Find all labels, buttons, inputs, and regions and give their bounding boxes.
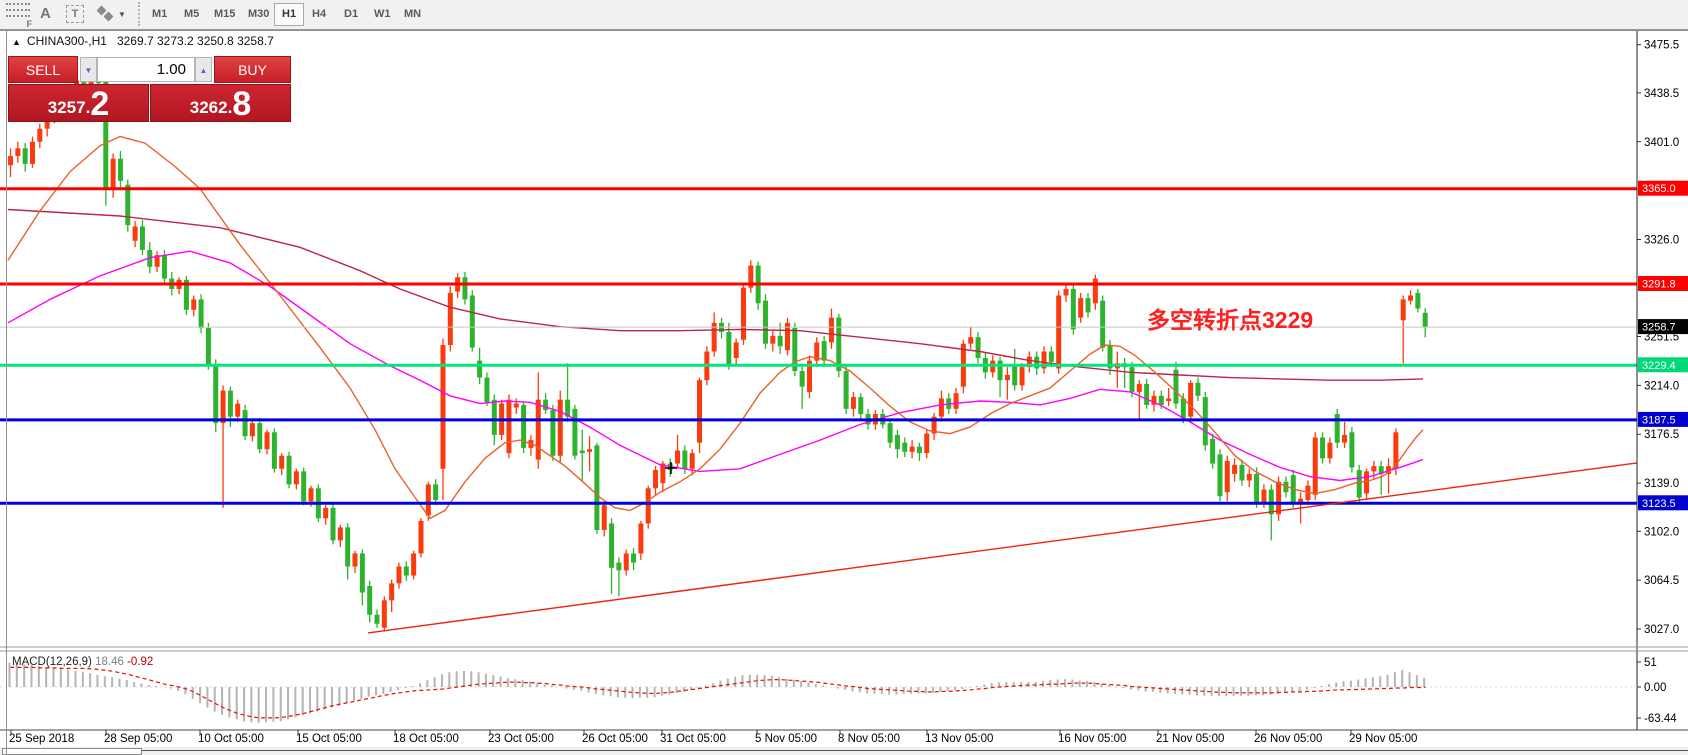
trading-platform-window: F A T ▼ M1 M5 M15 M30 H1 H4 D1 W1 MN ▲ CH… [0, 0, 1688, 755]
svg-text:25 Sep 2018: 25 Sep 2018 [9, 733, 74, 745]
svg-text:3229.4: 3229.4 [1642, 360, 1676, 372]
chart-cross-mark [665, 462, 677, 474]
scrollbar-thumb[interactable] [2, 748, 142, 755]
one-click-trading-panel: SELL ▼ ▲ BUY 3257.2 3262.8 [8, 56, 291, 122]
svg-text:23 Oct 05:00: 23 Oct 05:00 [488, 733, 554, 745]
chart-title: ▲ CHINA300-,H1 3269.7 3273.2 3250.8 3258.7 [12, 34, 274, 48]
chart-annotation-text: 多空转折点3229 [1147, 301, 1313, 335]
buy-price-display[interactable]: 3262.8 [150, 84, 291, 122]
svg-text:3365.0: 3365.0 [1642, 183, 1676, 195]
tab-timeframe-mn[interactable]: MN [396, 3, 429, 26]
tab-timeframe-m30[interactable]: M30 [240, 3, 277, 26]
text-label-tool-icon[interactable]: A [40, 3, 51, 27]
top-toolbar: F A T ▼ M1 M5 M15 M30 H1 H4 D1 W1 MN [0, 0, 1688, 30]
tab-timeframe-h4[interactable]: H4 [304, 3, 334, 26]
sell-price-main: 3257 [48, 98, 86, 118]
svg-text:26 Oct 05:00: 26 Oct 05:00 [582, 733, 648, 745]
svg-text:MACD(12,26,9) 18.46 -0.92: MACD(12,26,9) 18.46 -0.92 [12, 656, 153, 668]
macd-indicator-panel[interactable]: 51 0.00 -63.44 MACD(12,26,9) 18.46 -0.92 [0, 656, 1677, 725]
horizontal-scrollbar[interactable] [0, 747, 1688, 755]
symbol-name: CHINA300-,H1 [27, 34, 107, 48]
svg-text:3064.5: 3064.5 [1644, 575, 1679, 587]
sell-button[interactable]: SELL [8, 56, 78, 83]
svg-text:3401.0: 3401.0 [1644, 137, 1679, 149]
buy-price-pips: 8 [232, 90, 251, 118]
buy-button[interactable]: BUY [214, 56, 291, 83]
svg-text:3326.0: 3326.0 [1644, 235, 1679, 247]
tab-timeframe-h1[interactable]: H1 [274, 3, 304, 26]
svg-text:3176.5: 3176.5 [1644, 429, 1679, 441]
svg-text:18 Oct 05:00: 18 Oct 05:00 [393, 733, 459, 745]
volume-increase-button[interactable]: ▲ [195, 57, 212, 82]
fibonacci-tool-icon[interactable]: F [6, 3, 30, 25]
price-axis-badges: 3365.0 3291.8 3258.7 3229.4 3187.5 3123.5 [1638, 181, 1688, 511]
svg-text:8 Nov 05:00: 8 Nov 05:00 [838, 733, 900, 745]
price-axis[interactable]: 3475.53438.53401.03326.03251.53214.03176… [1637, 40, 1679, 636]
ascending-trendline[interactable] [368, 463, 1637, 633]
svg-text:3291.8: 3291.8 [1642, 279, 1676, 291]
svg-text:3214.0: 3214.0 [1644, 380, 1679, 392]
scrollbar-track-line [142, 750, 1688, 751]
svg-text:3139.0: 3139.0 [1644, 478, 1679, 490]
svg-text:3475.5: 3475.5 [1644, 40, 1679, 52]
svg-text:13 Nov 05:00: 13 Nov 05:00 [925, 733, 993, 745]
chart-window-left-border [6, 31, 7, 755]
svg-text:3123.5: 3123.5 [1642, 498, 1676, 510]
ohlc-values: 3269.7 3273.2 3250.8 3258.7 [117, 34, 274, 48]
svg-text:29 Nov 05:00: 29 Nov 05:00 [1349, 733, 1417, 745]
toolbar-separator [138, 2, 143, 26]
svg-text:15 Oct 05:00: 15 Oct 05:00 [296, 733, 362, 745]
svg-text:3258.7: 3258.7 [1642, 322, 1676, 334]
svg-text:10 Oct 05:00: 10 Oct 05:00 [198, 733, 264, 745]
tab-timeframe-m15[interactable]: M15 [206, 3, 243, 26]
svg-text:0.00: 0.00 [1644, 682, 1666, 694]
svg-text:3187.5: 3187.5 [1642, 414, 1676, 426]
fibonacci-tool-label: F [27, 19, 33, 29]
tab-timeframe-w1[interactable]: W1 [366, 3, 399, 26]
svg-text:3027.0: 3027.0 [1644, 624, 1679, 636]
tab-timeframe-m1[interactable]: M1 [144, 3, 175, 26]
svg-text:16 Nov 05:00: 16 Nov 05:00 [1058, 733, 1126, 745]
svg-text:31 Oct 05:00: 31 Oct 05:00 [660, 733, 726, 745]
date-axis[interactable]: 25 Sep 2018 28 Sep 05:00 10 Oct 05:00 15 Oc… [9, 730, 1417, 745]
svg-text:21 Nov 05:00: 21 Nov 05:00 [1156, 733, 1224, 745]
svg-text:28 Sep 05:00: 28 Sep 05:00 [104, 733, 172, 745]
svg-text:3438.5: 3438.5 [1644, 88, 1679, 100]
sell-price-display[interactable]: 3257.2 [8, 84, 149, 122]
volume-input[interactable] [97, 57, 195, 82]
buy-price-main: 3262 [190, 98, 228, 118]
volume-decrease-button[interactable]: ▼ [80, 57, 97, 82]
sell-price-pips: 2 [90, 90, 109, 118]
chevron-down-icon[interactable]: ▼ [118, 10, 126, 19]
svg-text:-63.44: -63.44 [1644, 713, 1677, 725]
tab-timeframe-d1[interactable]: D1 [336, 3, 366, 26]
svg-text:5 Nov 05:00: 5 Nov 05:00 [755, 733, 817, 745]
collapse-arrow-icon[interactable]: ▲ [12, 37, 21, 47]
candlestick-series [8, 70, 1428, 631]
tab-timeframe-m5[interactable]: M5 [176, 3, 207, 26]
text-box-tool-icon[interactable]: T [66, 5, 84, 23]
svg-text:3102.0: 3102.0 [1644, 526, 1679, 538]
svg-text:51: 51 [1644, 657, 1657, 669]
svg-text:26 Nov 05:00: 26 Nov 05:00 [1254, 733, 1322, 745]
shapes-tool-icon[interactable]: ▼ [96, 3, 126, 25]
